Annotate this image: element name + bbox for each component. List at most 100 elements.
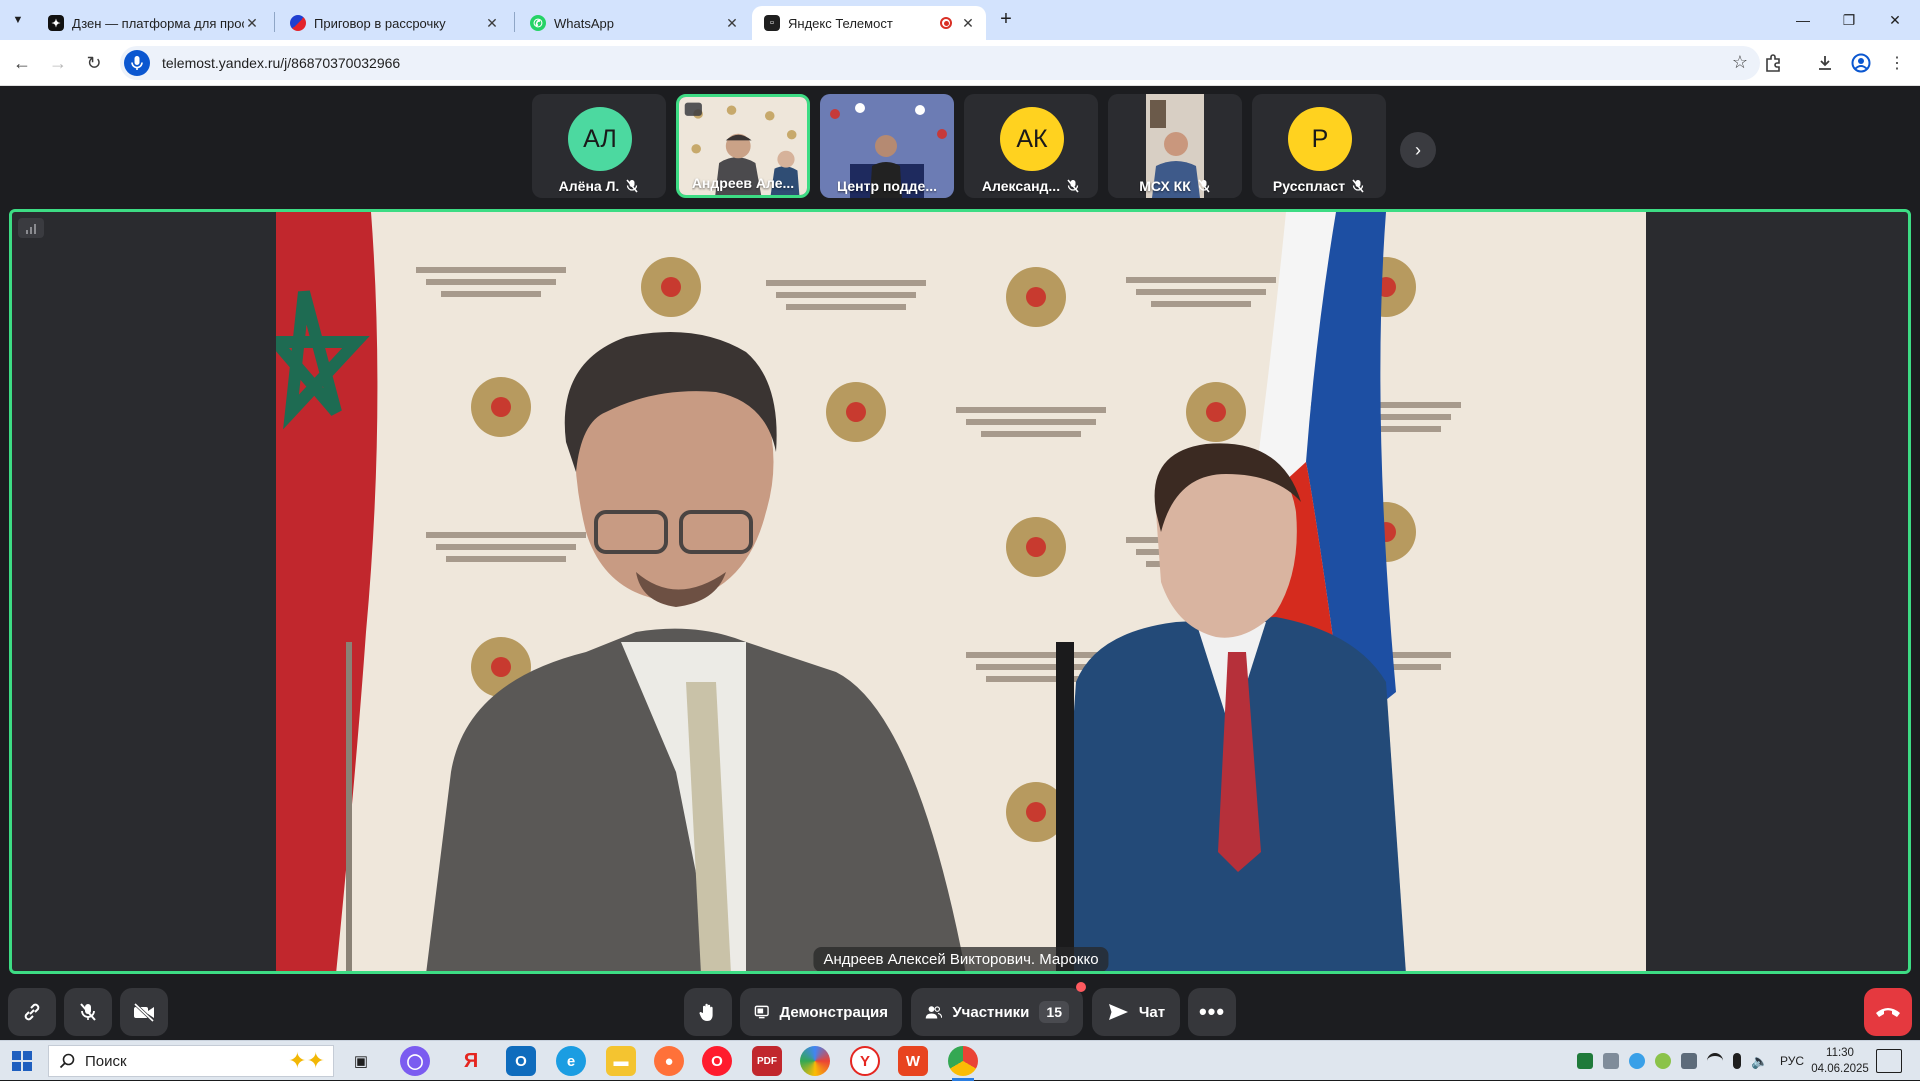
- microphone-permission-icon[interactable]: [124, 50, 150, 76]
- extensions-icon[interactable]: [1762, 52, 1784, 74]
- tab-prigovor[interactable]: Приговор в рассрочку ✕: [278, 6, 510, 40]
- pdf-viewer-icon[interactable]: PDF: [752, 1046, 782, 1076]
- participant-tile[interactable]: Р Русспласт: [1252, 94, 1386, 198]
- app-tray-icon[interactable]: [1655, 1053, 1671, 1069]
- volume-icon[interactable]: 🔈: [1751, 1053, 1769, 1069]
- download-icon[interactable]: [1814, 52, 1836, 74]
- device-tray-icon[interactable]: [1603, 1053, 1619, 1069]
- whatsapp-favicon-icon: ✆: [530, 15, 546, 31]
- speaker-video: Андреев Алексей Викторович. Марокко: [276, 212, 1646, 971]
- news-favicon-icon: [290, 15, 306, 31]
- speaker-name-label: Андреев Алексей Викторович. Марокко: [813, 947, 1109, 971]
- signal-strength-icon: [18, 218, 44, 238]
- tab-dzen[interactable]: ✦ Дзен — платформа для просмотра ✕: [36, 6, 270, 40]
- language-indicator[interactable]: РУС: [1780, 1054, 1804, 1068]
- avatar: Р: [1288, 107, 1352, 171]
- close-tab-icon[interactable]: ✕: [724, 15, 740, 31]
- tab-whatsapp[interactable]: ✆ WhatsApp ✕: [518, 6, 750, 40]
- display-tray-icon[interactable]: [1681, 1053, 1697, 1069]
- raise-hand-button[interactable]: [684, 988, 732, 1036]
- hang-up-icon: [1876, 1008, 1900, 1017]
- participants-button[interactable]: Участники 15: [911, 982, 1086, 1036]
- yandex-browser-icon[interactable]: Y: [850, 1046, 880, 1076]
- weather-tray-icon[interactable]: [1629, 1053, 1645, 1069]
- windows-start-icon[interactable]: [12, 1051, 32, 1071]
- end-call-button[interactable]: [1864, 988, 1912, 1036]
- copy-link-button[interactable]: [8, 988, 56, 1036]
- meeting-controls: Демонстрация Участники 15 Чат •••: [0, 982, 1920, 1040]
- raise-hand-icon: [699, 1003, 713, 1021]
- browser-menu-icon[interactable]: ⋮: [1886, 52, 1908, 74]
- microphone-tray-icon[interactable]: [1733, 1053, 1741, 1069]
- close-window-icon[interactable]: ✕: [1872, 0, 1918, 40]
- more-dots-icon: •••: [1198, 999, 1226, 1024]
- profile-icon[interactable]: [1850, 52, 1872, 74]
- telemost-favicon-icon: ▫: [764, 15, 780, 31]
- participant-name: Центр подде...: [837, 178, 937, 194]
- screen-share-icon: [754, 1005, 769, 1019]
- mic-off-icon: [80, 1003, 96, 1021]
- toggle-microphone-button[interactable]: [64, 988, 112, 1036]
- more-options-button[interactable]: •••: [1188, 988, 1236, 1036]
- chrome-icon[interactable]: [948, 1046, 978, 1081]
- task-view-icon[interactable]: ▣: [346, 1046, 376, 1076]
- opera-icon[interactable]: O: [702, 1046, 732, 1076]
- bookmark-star-icon[interactable]: ☆: [1732, 52, 1748, 73]
- next-participants-chevron-icon[interactable]: ›: [1400, 132, 1436, 168]
- search-icon: [59, 1053, 75, 1069]
- screen-share-label: Демонстрация: [779, 1003, 888, 1021]
- brave-icon[interactable]: W: [898, 1046, 928, 1076]
- reload-icon[interactable]: ↻: [80, 49, 108, 77]
- chat-button[interactable]: Чат: [1092, 988, 1180, 1036]
- taskbar-search-box[interactable]: Поиск ✦✦: [48, 1045, 334, 1077]
- participant-tile[interactable]: МСХ КК: [1108, 94, 1242, 198]
- yandex-icon[interactable]: Я: [456, 1046, 486, 1076]
- windows-taskbar: Поиск ✦✦ ▣ ◯ Я O e ▬ ● O PDF Y W 🔈 РУС 1…: [0, 1040, 1920, 1081]
- tab-separator: [274, 12, 275, 32]
- clock-date: 04.06.2025: [1811, 1063, 1869, 1075]
- search-placeholder: Поиск: [85, 1052, 127, 1070]
- toggle-camera-button[interactable]: [120, 988, 168, 1036]
- notifications-icon[interactable]: [1876, 1049, 1902, 1073]
- security-tray-icon[interactable]: [1577, 1053, 1593, 1069]
- wifi-icon[interactable]: [1707, 1053, 1723, 1069]
- participant-name: Русспласт: [1272, 178, 1346, 194]
- forward-arrow-icon[interactable]: →: [44, 49, 72, 77]
- participants-count-badge: 15: [1039, 1001, 1069, 1023]
- tab-telemost[interactable]: ▫ Яндекс Телемост ✕: [752, 6, 986, 40]
- close-tab-icon[interactable]: ✕: [244, 15, 260, 31]
- notification-dot: [1076, 982, 1086, 992]
- firefox-icon[interactable]: ●: [654, 1046, 684, 1076]
- avatar: АК: [1000, 107, 1064, 171]
- chat-label: Чат: [1138, 1003, 1166, 1021]
- mic-off-icon: [626, 179, 638, 193]
- tab-search-dropdown-icon[interactable]: ▼: [6, 8, 30, 32]
- close-tab-icon[interactable]: ✕: [960, 15, 976, 31]
- participant-tile[interactable]: Центр подде...: [820, 94, 954, 198]
- participant-tile[interactable]: АЛ Алёна Л.: [532, 94, 666, 198]
- participant-name: Александ...: [981, 178, 1061, 194]
- participant-tile[interactable]: АК Александ...: [964, 94, 1098, 198]
- minimize-window-icon[interactable]: —: [1780, 0, 1826, 40]
- system-tray: 🔈 РУС: [1572, 1041, 1804, 1081]
- alice-assistant-icon[interactable]: ◯: [400, 1046, 430, 1076]
- clock[interactable]: 11:30 04.06.2025: [1810, 1045, 1870, 1077]
- screen-share-button[interactable]: Демонстрация: [740, 988, 902, 1036]
- file-explorer-icon[interactable]: ▬: [606, 1046, 636, 1076]
- address-bar[interactable]: telemost.yandex.ru/j/86870370032966 ☆: [120, 46, 1760, 80]
- chromium-icon[interactable]: [800, 1046, 830, 1076]
- link-icon: [24, 1003, 40, 1021]
- main-video-stage: Андреев Алексей Викторович. Марокко: [9, 209, 1911, 974]
- new-tab-button[interactable]: +: [994, 8, 1018, 32]
- send-chat-icon: [1108, 1004, 1128, 1020]
- participants-icon: [925, 1006, 943, 1019]
- close-tab-icon[interactable]: ✕: [484, 15, 500, 31]
- restore-window-icon[interactable]: ❐: [1826, 0, 1872, 40]
- back-arrow-icon[interactable]: ←: [8, 49, 36, 77]
- participants-label: Участники: [952, 1003, 1030, 1021]
- clock-time: 11:30: [1826, 1047, 1854, 1059]
- participant-tile-active-speaker[interactable]: Андреев Але...: [676, 94, 810, 198]
- outlook-icon[interactable]: O: [506, 1046, 536, 1076]
- speaker-video-frame: [276, 212, 1646, 971]
- edge-icon[interactable]: e: [556, 1046, 586, 1076]
